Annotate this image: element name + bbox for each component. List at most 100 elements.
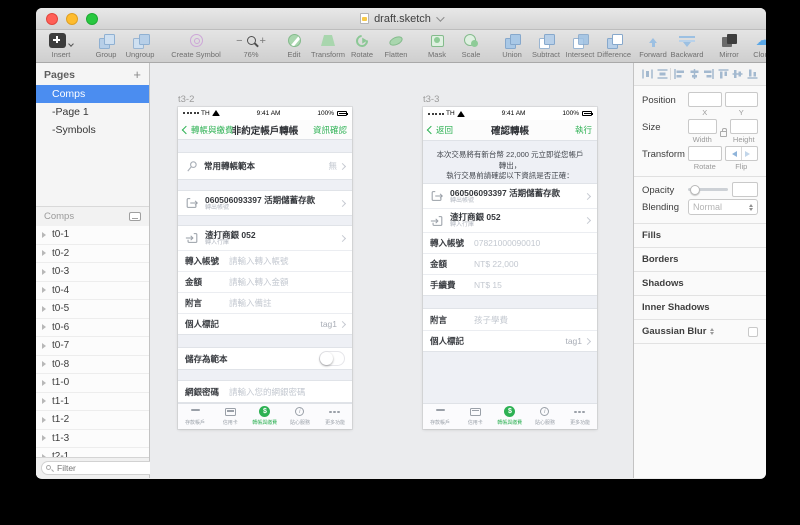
layer-row[interactable]: t1-1: [36, 393, 149, 412]
disclosure-triangle-icon[interactable]: [42, 269, 46, 275]
width-field[interactable]: [688, 119, 717, 134]
disclosure-triangle-icon[interactable]: [42, 380, 46, 386]
layer-row[interactable]: t0-1: [36, 226, 149, 245]
tab-credit-card[interactable]: 信用卡: [213, 404, 248, 429]
align-right-icon[interactable]: [702, 68, 715, 80]
memo-value-row[interactable]: 附言 孩子學費: [423, 309, 597, 330]
insert-button[interactable]: Insert: [47, 32, 75, 59]
password-input-row[interactable]: 網銀密碼 請輸入您的網銀密碼: [178, 381, 352, 402]
disclosure-triangle-icon[interactable]: [42, 361, 46, 367]
align-bottom-icon[interactable]: [746, 68, 759, 80]
blending-select[interactable]: Normal: [688, 199, 758, 215]
shadows-section-header[interactable]: Shadows: [634, 271, 766, 295]
layer-row[interactable]: t0-4: [36, 282, 149, 301]
disclosure-triangle-icon[interactable]: [42, 343, 46, 349]
difference-button[interactable]: Difference: [600, 32, 628, 59]
transform-button[interactable]: Transform: [314, 32, 342, 59]
cloud-button[interactable]: ☁ Cloud: [749, 32, 766, 59]
flip-horizontal-button[interactable]: [726, 147, 741, 160]
flatten-button[interactable]: Flatten: [382, 32, 410, 59]
template-row[interactable]: 常用轉帳範本 無: [178, 153, 352, 179]
tab-more[interactable]: 更多功能: [317, 404, 352, 429]
confirm-info-button[interactable]: 資訊確認: [313, 124, 347, 136]
tab-deposit[interactable]: 存款帳戶: [178, 404, 213, 429]
group-button[interactable]: Group: [92, 32, 120, 59]
back-button[interactable]: 轉帳與繳費: [183, 124, 234, 136]
back-button[interactable]: 返回: [428, 124, 453, 136]
disclosure-triangle-icon[interactable]: [42, 435, 46, 441]
zoom-level[interactable]: 76%: [243, 50, 258, 59]
zoom-window-button[interactable]: [86, 13, 98, 25]
layer-row[interactable]: t0-5: [36, 300, 149, 319]
opacity-slider-knob[interactable]: [690, 185, 700, 195]
disclosure-triangle-icon[interactable]: [42, 232, 46, 238]
backward-button[interactable]: Backward: [673, 32, 701, 59]
union-button[interactable]: Union: [498, 32, 526, 59]
layer-row[interactable]: t0-3: [36, 263, 149, 282]
artboard-t3-3[interactable]: TH 9:41 AM 100% 確認轉帳 返回 執行: [423, 107, 597, 429]
disclosure-triangle-icon[interactable]: [42, 417, 46, 423]
layer-row[interactable]: t0-7: [36, 337, 149, 356]
page-item-page1[interactable]: -Page 1: [36, 103, 149, 121]
tab-credit-card[interactable]: 信用卡: [458, 404, 493, 429]
layer-row[interactable]: t0-6: [36, 319, 149, 338]
artboard-label-t3-2[interactable]: t3-2: [178, 94, 194, 105]
tag-row[interactable]: 個人標記 tag1: [423, 330, 597, 351]
rotate-field[interactable]: [688, 146, 722, 161]
lock-icon[interactable]: [720, 131, 727, 137]
to-bank-row[interactable]: 渣打商銀 052轉入行庫: [178, 226, 352, 250]
account-input-row[interactable]: 轉入帳號 請輸入轉入帳號: [178, 250, 352, 271]
layer-row[interactable]: t0-2: [36, 245, 149, 264]
page-item-symbols[interactable]: -Symbols: [36, 121, 149, 139]
mirror-button[interactable]: Mirror: [715, 32, 743, 59]
create-symbol-button[interactable]: Create Symbol: [168, 32, 224, 59]
artboard-t3-2[interactable]: TH 9:41 AM 100% 非約定帳戶轉帳 轉帳與繳費 資訊確認: [178, 107, 352, 429]
tab-transfer[interactable]: $轉帳與繳費: [493, 404, 528, 429]
x-field[interactable]: [688, 92, 722, 107]
tab-transfer[interactable]: $轉帳與繳費: [248, 404, 283, 429]
inner-shadows-section-header[interactable]: Inner Shadows: [634, 295, 766, 319]
height-field[interactable]: [730, 119, 759, 134]
tab-services[interactable]: i貼心服務: [527, 404, 562, 429]
subtract-button[interactable]: Subtract: [532, 32, 560, 59]
save-template-row[interactable]: 儲存為範本: [178, 348, 352, 369]
opacity-field[interactable]: [732, 182, 758, 197]
canvas[interactable]: t3-2 TH 9:41 AM 100% 非約定帳戶轉帳: [150, 63, 633, 478]
account-value-row[interactable]: 轉入帳號 07821000090010: [423, 232, 597, 253]
forward-button[interactable]: Forward: [639, 32, 667, 59]
scale-button[interactable]: Scale: [457, 32, 485, 59]
layer-row[interactable]: t1-0: [36, 374, 149, 393]
page-item-comps[interactable]: Comps: [36, 85, 149, 103]
disclosure-triangle-icon[interactable]: [42, 250, 46, 256]
y-field[interactable]: [725, 92, 759, 107]
layer-row[interactable]: t1-3: [36, 430, 149, 449]
artboard-list-icon[interactable]: [129, 212, 141, 221]
fee-value-row[interactable]: 手續費 NT$ 15: [423, 274, 597, 295]
amount-input-row[interactable]: 金額 請輸入轉入金額: [178, 271, 352, 292]
mask-button[interactable]: Mask: [423, 32, 451, 59]
tab-services[interactable]: i貼心服務: [282, 404, 317, 429]
align-middle-vertical-icon[interactable]: [731, 68, 744, 80]
align-left-icon[interactable]: [673, 68, 686, 80]
to-bank-row[interactable]: 渣打商銀 052轉入行庫: [423, 208, 597, 232]
distribute-vertically-icon[interactable]: [656, 68, 669, 80]
disclosure-triangle-icon[interactable]: [42, 287, 46, 293]
opacity-slider[interactable]: [688, 188, 728, 191]
title-chevron-icon[interactable]: [436, 13, 444, 21]
titlebar[interactable]: draft.sketch: [36, 8, 766, 30]
execute-button[interactable]: 執行: [575, 124, 592, 136]
from-account-row[interactable]: 060506093397 活期儲蓄存款轉出帳號: [178, 191, 352, 215]
gaussian-blur-section-header[interactable]: Gaussian Blur: [634, 319, 766, 344]
disclosure-triangle-icon[interactable]: [42, 398, 46, 404]
add-page-button[interactable]: +: [133, 70, 141, 80]
borders-section-header[interactable]: Borders: [634, 247, 766, 271]
memo-input-row[interactable]: 附言 請輸入備註: [178, 292, 352, 313]
save-template-toggle[interactable]: [319, 351, 345, 366]
intersect-button[interactable]: Intersect: [566, 32, 594, 59]
tab-more[interactable]: 更多功能: [562, 404, 597, 429]
minimize-window-button[interactable]: [66, 13, 78, 25]
disclosure-triangle-icon[interactable]: [42, 324, 46, 330]
gaussian-blur-checkbox[interactable]: [748, 327, 758, 337]
align-center-horizontal-icon[interactable]: [688, 68, 701, 80]
close-window-button[interactable]: [46, 13, 58, 25]
